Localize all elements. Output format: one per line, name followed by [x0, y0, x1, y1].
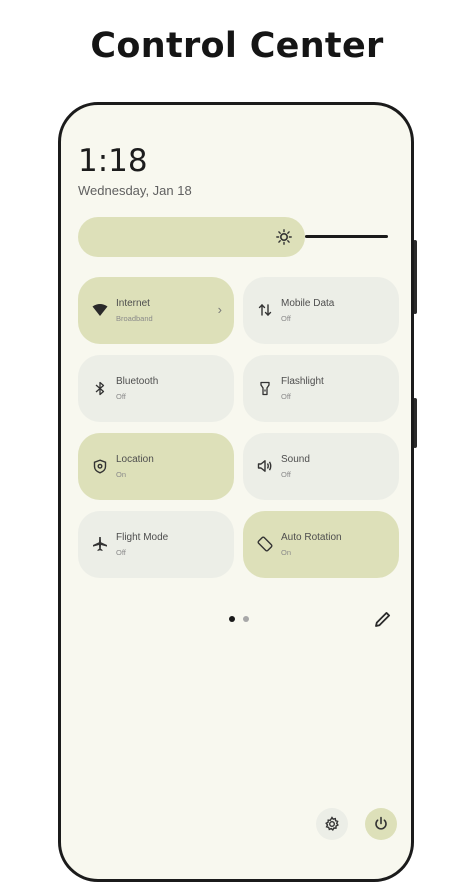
location-icon	[90, 456, 110, 476]
tile-subtitle: Off	[281, 470, 291, 479]
phone-frame: 1:18 Wednesday, Jan 18 Internet Broadban…	[58, 102, 414, 882]
power-button[interactable]	[365, 808, 397, 840]
tile-subtitle: Off	[116, 392, 126, 401]
tile-sound[interactable]: Sound Off	[243, 433, 399, 500]
tile-title: Sound	[281, 454, 310, 465]
clock: 1:18	[78, 143, 148, 179]
brightness-slider[interactable]	[78, 217, 305, 257]
auto-rotate-icon	[255, 534, 275, 554]
tile-subtitle: Off	[281, 314, 291, 323]
tile-subtitle: Off	[281, 392, 291, 401]
tile-subtitle: Broadband	[116, 314, 153, 323]
page-dot-active[interactable]	[229, 616, 235, 622]
tile-title: Mobile Data	[281, 298, 335, 309]
page-dot[interactable]	[243, 616, 249, 622]
tile-subtitle: Off	[116, 548, 126, 557]
tile-title: Auto Rotation	[281, 532, 342, 543]
headline: Control Center	[90, 26, 384, 66]
chevron-right-icon[interactable]: ›	[218, 302, 222, 317]
tile-subtitle: On	[281, 548, 292, 557]
gear-icon	[325, 816, 339, 831]
tile-title: Location	[116, 454, 154, 465]
date: Wednesday, Jan 18	[78, 183, 192, 198]
tile-bluetooth[interactable]: Bluetooth Off	[78, 355, 234, 422]
bluetooth-icon	[90, 378, 110, 398]
tile-title: Bluetooth	[116, 376, 159, 387]
brightness-icon	[276, 229, 292, 245]
mobile-data-icon	[255, 300, 275, 320]
airplane-icon	[90, 534, 110, 554]
tile-title: Internet	[116, 298, 150, 309]
brightness-slider-track[interactable]	[305, 235, 388, 238]
tile-location[interactable]: Location On	[78, 433, 234, 500]
tile-internet[interactable]: Internet Broadband ›	[78, 277, 234, 344]
sound-icon	[255, 456, 275, 476]
tile-title: Flashlight	[281, 376, 324, 387]
tile-flight-mode[interactable]: Flight Mode Off	[78, 511, 234, 578]
edit-pencil-icon[interactable]	[373, 609, 393, 629]
tile-auto-rotation[interactable]: Auto Rotation On	[243, 511, 399, 578]
tile-flashlight[interactable]: Flashlight Off	[243, 355, 399, 422]
tile-mobile-data[interactable]: Mobile Data Off	[243, 277, 399, 344]
power-icon	[375, 816, 387, 830]
settings-button[interactable]	[316, 808, 348, 840]
wifi-icon	[90, 300, 110, 320]
flashlight-icon	[255, 378, 275, 398]
tile-subtitle: On	[116, 470, 127, 479]
tile-title: Flight Mode	[116, 532, 169, 543]
